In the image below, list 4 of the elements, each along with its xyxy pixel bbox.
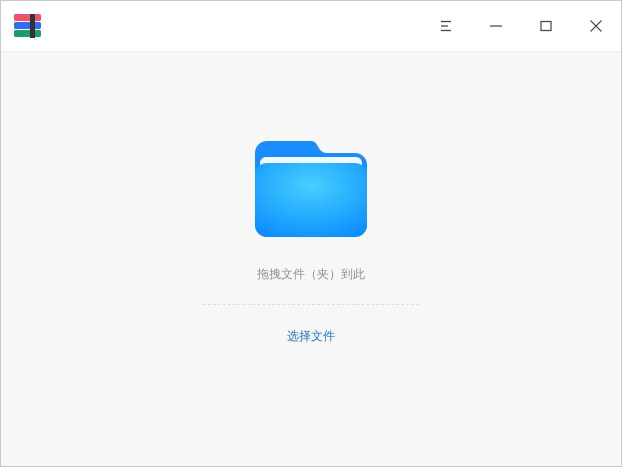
- folder-icon: [255, 141, 367, 239]
- select-file-link[interactable]: 选择文件: [287, 328, 335, 345]
- app-logo-icon: [14, 14, 41, 38]
- drop-hint: 拖拽文件（夹）到此: [257, 266, 365, 283]
